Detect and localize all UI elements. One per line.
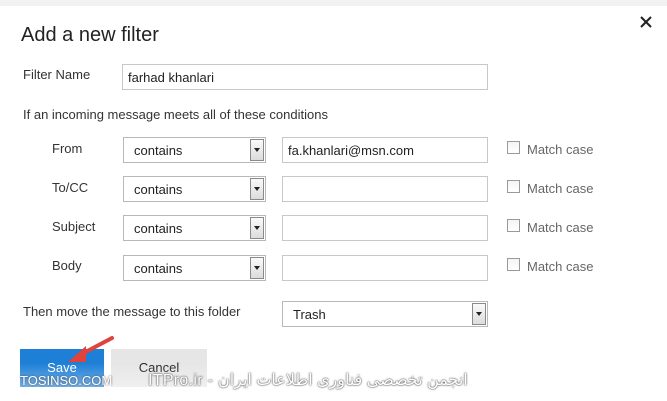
folder-select[interactable]: Trash [282, 301, 488, 327]
subject-operator-select[interactable]: contains [123, 215, 266, 241]
chevron-down-icon[interactable] [250, 178, 264, 200]
operator-value: contains [134, 261, 183, 276]
chevron-down-icon[interactable] [250, 217, 264, 239]
condition-label: To/CC [52, 180, 89, 195]
body-value-input[interactable] [282, 255, 488, 281]
from-match-case-checkbox[interactable] [507, 141, 520, 154]
top-strip [0, 0, 667, 6]
annotation-arrow [68, 336, 114, 362]
folder-value: Trash [293, 307, 326, 322]
subject-value-input[interactable] [282, 215, 488, 241]
filter-name-input[interactable] [122, 64, 488, 90]
chevron-down-icon[interactable] [250, 257, 264, 279]
body-match-case-checkbox[interactable] [507, 258, 520, 271]
move-to-folder-label: Then move the message to this folder [23, 304, 241, 319]
tocc-value-input[interactable] [282, 176, 488, 202]
from-value-input[interactable] [282, 137, 488, 163]
subject-match-case-checkbox[interactable] [507, 219, 520, 232]
from-operator-select[interactable]: contains [123, 137, 266, 163]
watermark-left-text: TOSINSO.COM [20, 373, 113, 388]
chevron-down-icon[interactable] [250, 139, 264, 161]
conditions-text: If an incoming message meets all of thes… [23, 107, 328, 122]
match-case-label: Match case [527, 220, 594, 235]
match-case-label: Match case [527, 181, 594, 196]
match-case-label: Match case [527, 259, 594, 274]
operator-value: contains [134, 182, 183, 197]
tocc-match-case-checkbox[interactable] [507, 180, 520, 193]
match-case-label: Match case [527, 142, 594, 157]
operator-value: contains [134, 143, 183, 158]
operator-value: contains [134, 221, 183, 236]
condition-label: Subject [52, 219, 96, 234]
filter-name-label: Filter Name [23, 67, 91, 82]
tocc-operator-select[interactable]: contains [123, 176, 266, 202]
close-icon[interactable] [636, 12, 656, 32]
dialog-title: Add a new filter [21, 24, 159, 46]
condition-label: Body [52, 258, 82, 273]
body-operator-select[interactable]: contains [123, 255, 266, 281]
condition-label: From [52, 141, 83, 156]
watermark-right-text: ITPro.ir - انجمن تخصصی فناوری اطلاعات ای… [148, 372, 468, 389]
chevron-down-icon[interactable] [472, 303, 486, 325]
